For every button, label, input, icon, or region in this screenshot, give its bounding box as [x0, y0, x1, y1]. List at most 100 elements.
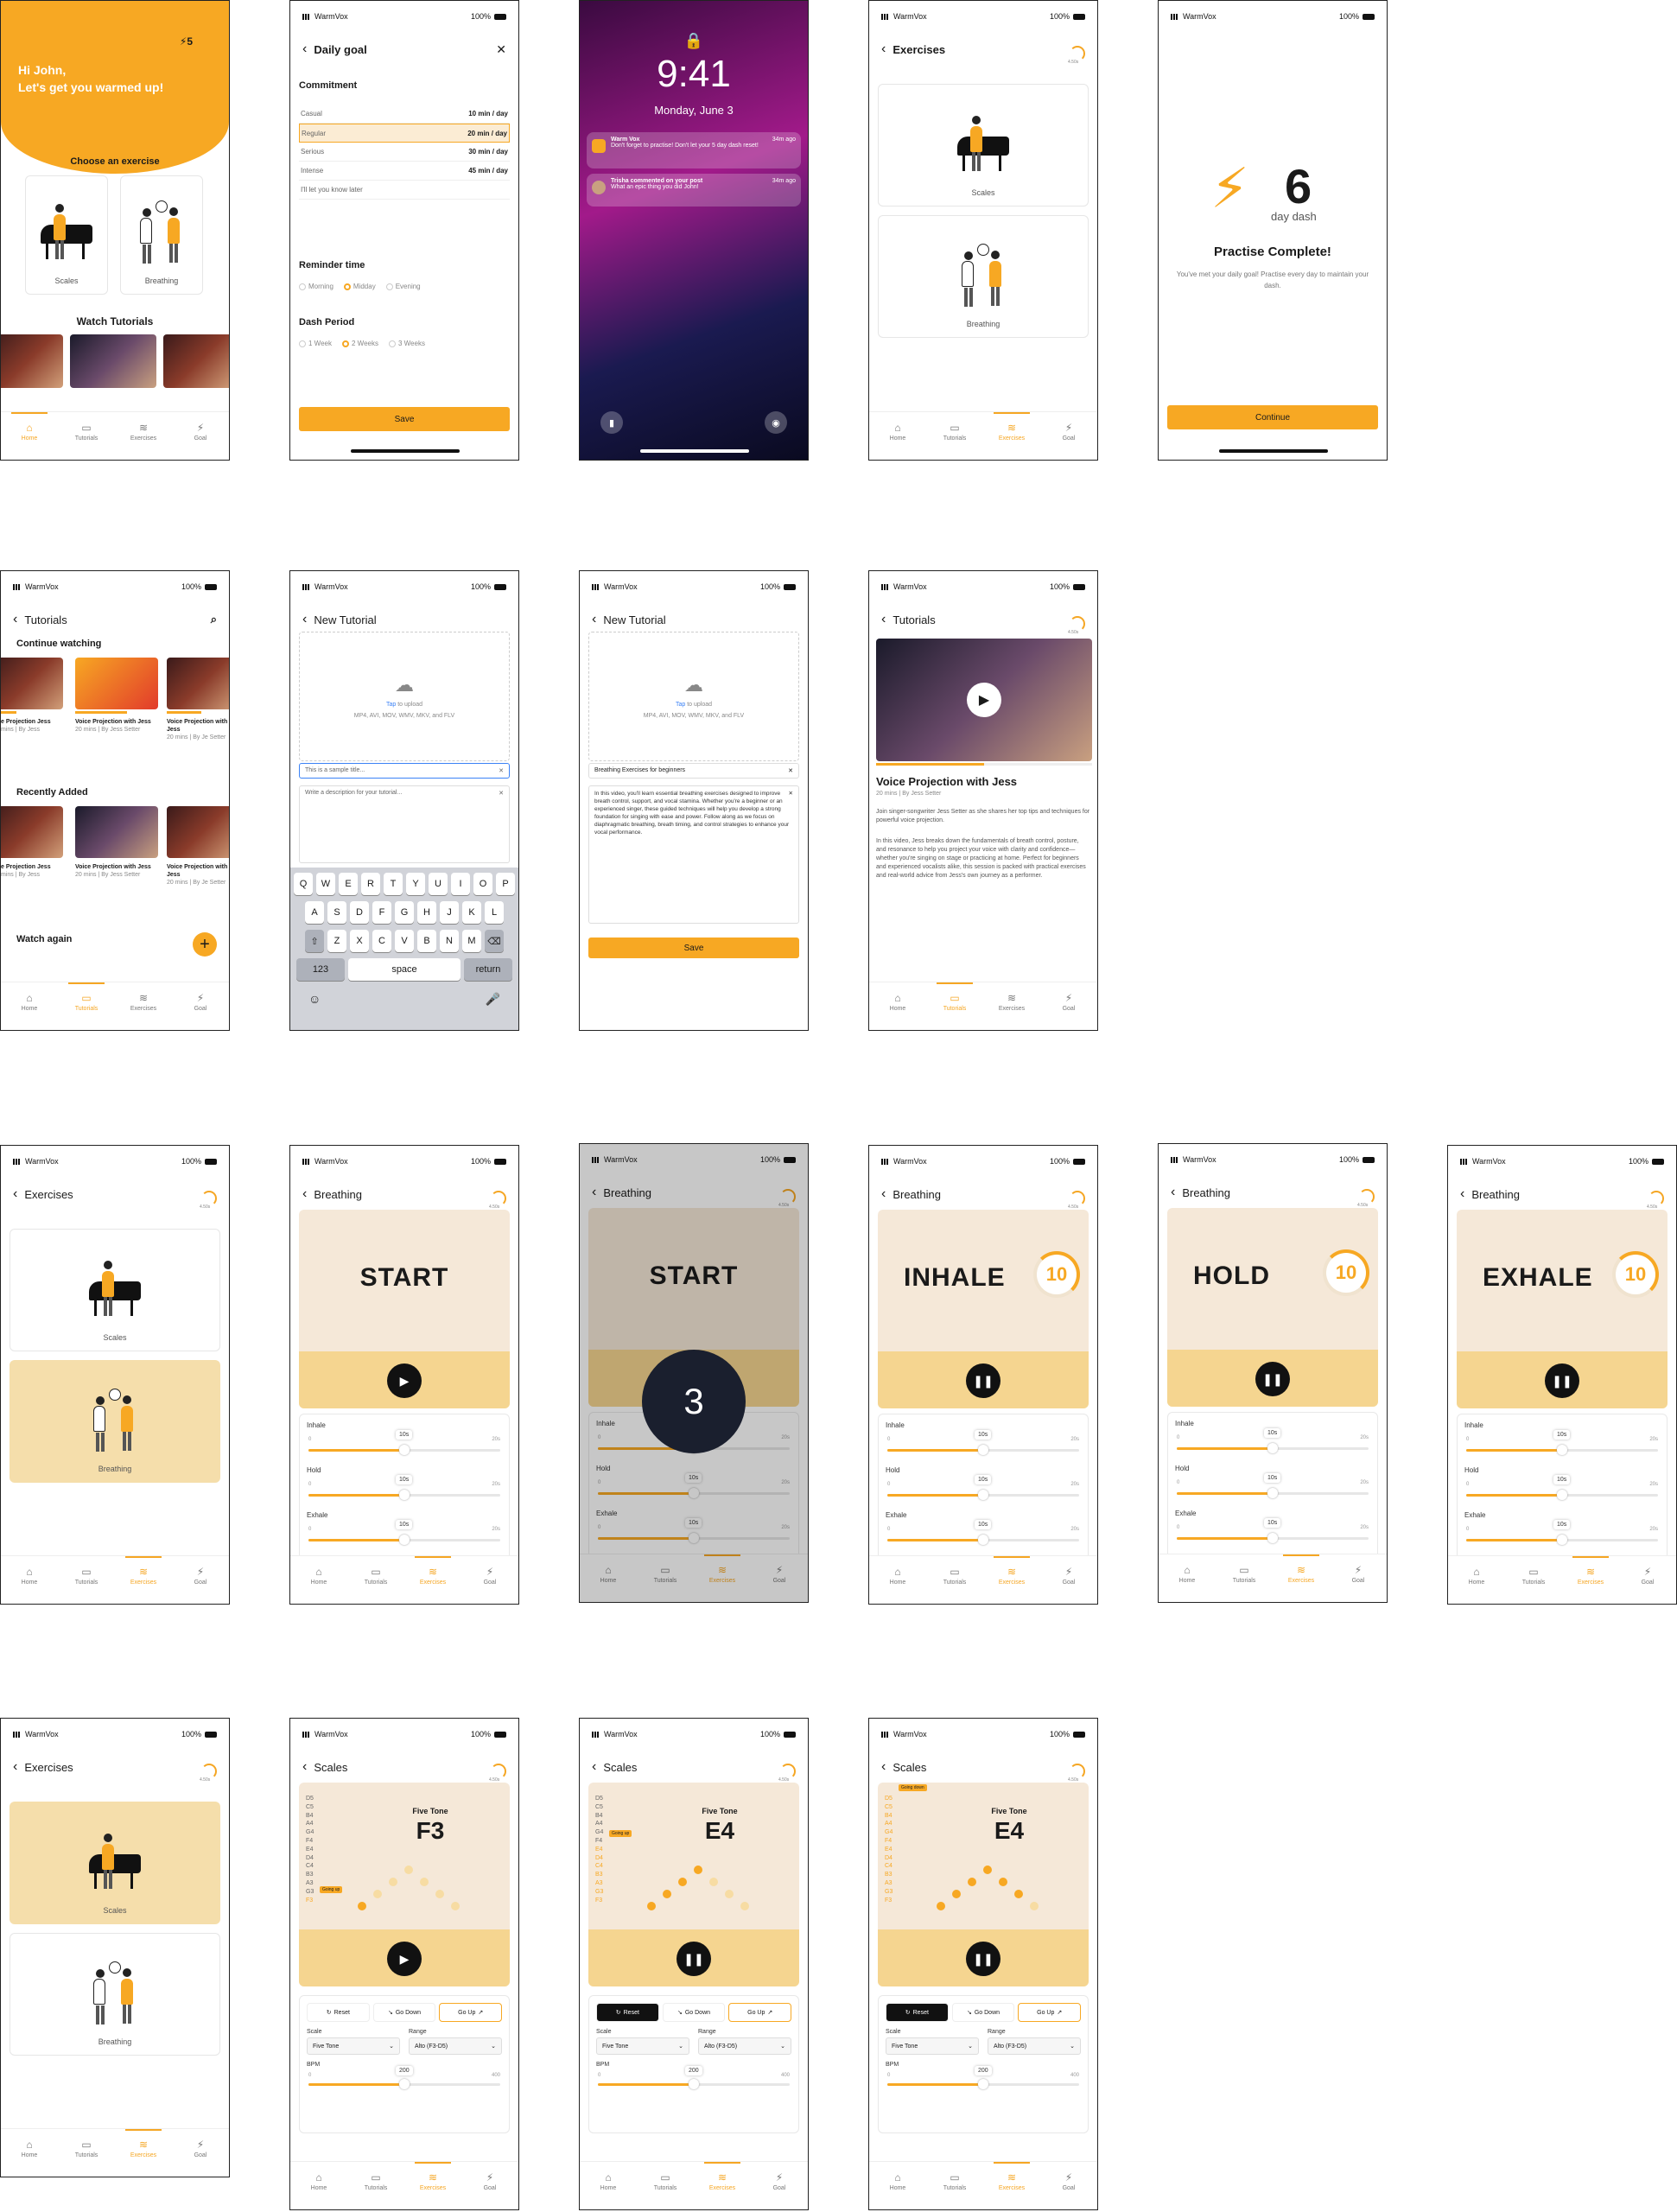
tutorial-thumb[interactable] — [75, 806, 158, 858]
nav-goal[interactable]: ⚡ Goal — [1047, 993, 1090, 1012]
nav-goal[interactable]: ⚡ Goal — [179, 1567, 222, 1586]
dash-radio[interactable]: 1 Week — [299, 340, 332, 347]
nav-exercises[interactable]: ≋ Exercises — [411, 2162, 454, 2191]
duration-slider[interactable]: Exhale 0 20s 10s — [1175, 1510, 1370, 1554]
pause-button[interactable]: ❚❚ — [1545, 1363, 1579, 1398]
nav-home[interactable]: ⌂ Home — [876, 1567, 919, 1586]
go-down-button[interactable]: ↘ Go Down — [951, 2003, 1015, 2022]
nav-exercises[interactable]: ≋ Exercises — [990, 2162, 1033, 2191]
scales-card[interactable]: Scales — [25, 175, 108, 295]
duration-slider[interactable]: Inhale020s10s — [1175, 1420, 1370, 1465]
slider-knob[interactable] — [978, 1535, 988, 1545]
nav-exercises[interactable]: ≋ Exercises — [990, 412, 1033, 442]
duration-slider[interactable]: Hold 0 20s 10s — [1175, 1465, 1370, 1510]
save-button[interactable]: Save — [299, 407, 510, 431]
back-icon[interactable]: ‹ — [302, 41, 307, 57]
slider-knob[interactable] — [399, 1535, 410, 1545]
reset-button[interactable]: ↻ Reset — [886, 2003, 949, 2022]
range-select[interactable]: Alto (F3-D5) ⌄ — [988, 2037, 1081, 2055]
tutorial-thumb[interactable] — [1, 658, 63, 709]
bpm-slider[interactable]: 0 400 200 — [886, 2066, 1081, 2099]
go-down-button[interactable]: ↘ Go Down — [662, 2003, 726, 2022]
key[interactable]: J — [440, 901, 459, 924]
pause-button[interactable]: ❚❚ — [1255, 1362, 1290, 1396]
key[interactable]: D — [350, 901, 369, 924]
upload-area[interactable]: ☁ Tap to upload MP4, AVI, MOV, WMV, MKV, a… — [588, 632, 799, 761]
duration-slider[interactable]: Hold 0 20s 10s — [886, 1466, 1081, 1511]
back-icon[interactable]: ‹ — [1171, 1185, 1175, 1200]
nav-home[interactable]: ⌂ Home — [8, 993, 51, 1012]
space-key[interactable]: space — [348, 958, 461, 981]
nav-home[interactable]: ⌂ Home — [1455, 1567, 1498, 1586]
nav-goal[interactable]: ⚡ Goal — [1626, 1567, 1669, 1586]
camera-icon[interactable]: ◉ — [765, 411, 787, 434]
nav-exercises[interactable]: ≋ Exercises — [122, 993, 165, 1012]
nav-tutorials[interactable]: ▭ Tutorials — [354, 2172, 397, 2191]
breathing-card[interactable]: Breathing — [10, 1360, 220, 1483]
key[interactable]: R — [361, 873, 380, 895]
nav-goal[interactable]: ⚡ Goal — [179, 2139, 222, 2158]
slider-knob[interactable] — [978, 1445, 988, 1455]
key[interactable]: A — [305, 901, 324, 924]
nav-goal[interactable]: ⚡ Goal — [179, 993, 222, 1012]
key[interactable]: M — [462, 930, 481, 952]
nav-home[interactable]: ⌂ Home — [876, 993, 919, 1012]
play-button[interactable]: ▶ — [387, 1942, 422, 1976]
nav-tutorials[interactable]: ▭ Tutorials — [65, 982, 108, 1012]
back-icon[interactable]: ‹ — [13, 1186, 17, 1202]
go-up-button[interactable]: Go Up ↗ — [728, 2003, 792, 2022]
slider-knob[interactable] — [1267, 1533, 1278, 1543]
back-icon[interactable]: ‹ — [881, 1759, 886, 1775]
notification[interactable]: Warm Vox 34m ago Don't forget to practise… — [587, 132, 801, 168]
nav-tutorials[interactable]: ▭ Tutorials — [1223, 1565, 1266, 1584]
continue-button[interactable]: Continue — [1167, 405, 1378, 429]
slider-knob[interactable] — [1267, 1443, 1278, 1453]
scales-card[interactable]: Scales — [10, 1229, 220, 1351]
nav-tutorials[interactable]: ▭ Tutorials — [644, 2172, 687, 2191]
tutorial-thumb[interactable] — [167, 658, 229, 709]
nav-tutorials[interactable]: ▭ Tutorials — [354, 1567, 397, 1586]
breathing-card[interactable]: Breathing — [120, 175, 203, 295]
upload-area[interactable]: ☁ Tap to upload MP4, AVI, MOV, WMV, MKV, a… — [299, 632, 510, 761]
key[interactable]: V — [395, 930, 414, 952]
nav-home[interactable]: ⌂ Home — [587, 2172, 630, 2191]
tutorial-thumb[interactable] — [70, 334, 156, 388]
duration-slider[interactable]: Exhale 0 20s 10s — [307, 1511, 502, 1556]
title-input[interactable]: Breathing Exercises for beginners ✕ — [588, 763, 799, 779]
back-icon[interactable]: ‹ — [881, 1186, 886, 1202]
nav-exercises[interactable]: ≋ Exercises — [411, 1556, 454, 1586]
nav-goal[interactable]: ⚡ Goal — [758, 2172, 801, 2191]
tutorial-thumb[interactable] — [167, 806, 229, 858]
key[interactable]: G — [395, 901, 414, 924]
key[interactable]: K — [462, 901, 481, 924]
scales-card[interactable]: Scales — [10, 1802, 220, 1924]
close-icon[interactable]: ✕ — [496, 42, 506, 57]
nav-goal[interactable]: ⚡ Goal — [468, 1567, 511, 1586]
nav-tutorials[interactable]: ▭ Tutorials — [933, 2172, 976, 2191]
nav-tutorials[interactable]: ▭ Tutorials — [65, 2139, 108, 2158]
key[interactable]: E — [339, 873, 358, 895]
key[interactable]: C — [372, 930, 391, 952]
reminder-radio[interactable]: Evening — [385, 283, 421, 290]
back-icon[interactable]: ‹ — [592, 1759, 596, 1775]
nav-tutorials[interactable]: ▭ Tutorials — [1512, 1567, 1555, 1586]
nav-goal[interactable]: ⚡ Goal — [468, 2172, 511, 2191]
breathing-card[interactable]: Breathing — [10, 1933, 220, 2056]
go-up-button[interactable]: Go Up ↗ — [1018, 2003, 1082, 2022]
nav-goal[interactable]: ⚡ Goal — [1047, 423, 1090, 442]
video-progress[interactable] — [876, 763, 984, 766]
slider-knob[interactable] — [978, 1490, 988, 1500]
scale-select[interactable]: Five Tone ⌄ — [886, 2037, 979, 2055]
save-button[interactable]: Save — [588, 938, 799, 958]
breathing-card[interactable]: Breathing — [878, 215, 1089, 338]
nav-tutorials[interactable]: ▭ Tutorials — [933, 1567, 976, 1586]
nav-exercises[interactable]: ≋ Exercises — [990, 1556, 1033, 1586]
emoji-icon[interactable]: ☺ — [308, 992, 321, 1007]
delete-key[interactable]: ⌫ — [485, 930, 504, 952]
add-tutorial-button[interactable]: + — [193, 932, 217, 957]
nav-home[interactable]: ⌂ Home — [1166, 1565, 1209, 1584]
nav-goal[interactable]: ⚡ Goal — [179, 423, 222, 442]
back-icon[interactable]: ‹ — [302, 1759, 307, 1775]
go-up-button[interactable]: Go Up ↗ — [439, 2003, 503, 2022]
key[interactable]: Q — [294, 873, 313, 895]
